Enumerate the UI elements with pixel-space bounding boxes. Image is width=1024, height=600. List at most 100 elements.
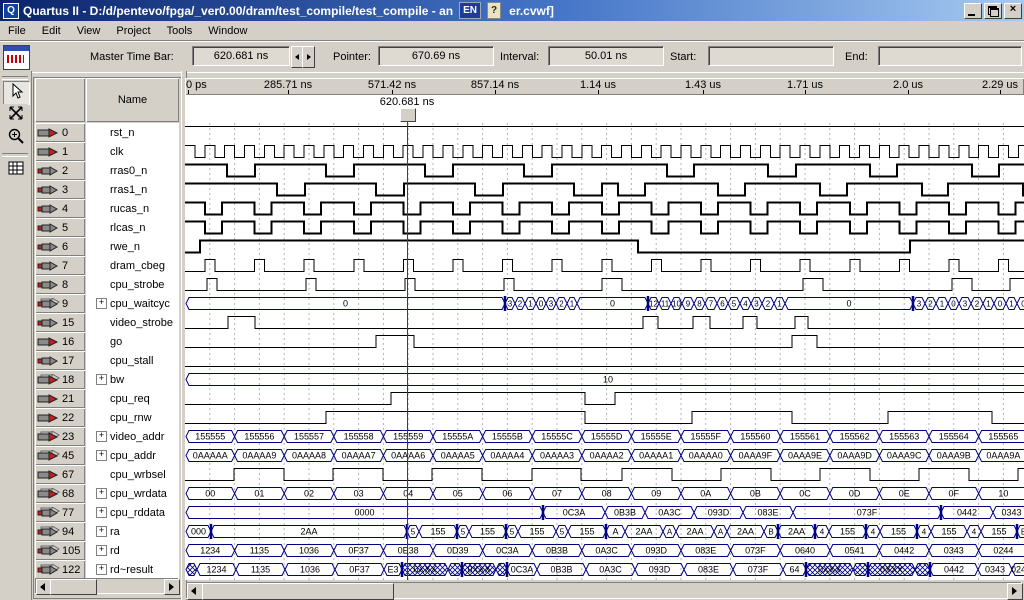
signal-handle-dram_cbeg[interactable]: 7	[35, 256, 85, 275]
signal-name-rst_n[interactable]: rst_n	[86, 123, 179, 142]
waveform-video_strobe[interactable]	[185, 313, 1024, 332]
scroll-left-button[interactable]	[187, 583, 203, 600]
expand-icon[interactable]: +	[96, 526, 107, 537]
signal-name-cpu_wrbsel[interactable]: cpu_wrbsel	[86, 465, 179, 484]
signal-name-rd~result[interactable]: +rd~result	[86, 560, 179, 579]
signal-name-rlcas_n[interactable]: rlcas_n	[86, 218, 179, 237]
signal-handle-rd[interactable]: 105	[35, 541, 85, 560]
signal-name-cpu_stall[interactable]: cpu_stall	[86, 351, 179, 370]
master-time-right-arrow[interactable]	[302, 46, 315, 68]
waveform-clk[interactable]	[185, 142, 1024, 161]
signal-handle-video_addr[interactable]: 23	[35, 427, 85, 446]
signal-panel-hscrollbar[interactable]	[35, 578, 179, 594]
waveform-document-icon[interactable]	[3, 45, 30, 70]
signal-name-cpu_waitcyc[interactable]: +cpu_waitcyc	[86, 294, 179, 313]
scrollbar-thumb[interactable]	[202, 583, 394, 600]
expand-icon[interactable]: +	[96, 507, 107, 518]
signal-handle-cpu_req[interactable]: 21	[35, 389, 85, 408]
waveform-dram_cbeg[interactable]	[185, 256, 1024, 275]
master-time-cursor-handle[interactable]	[400, 108, 416, 122]
scroll-right-button[interactable]	[1007, 583, 1023, 600]
waveform-cpu_stall[interactable]	[185, 351, 1024, 370]
master-time-bar-band[interactable]: 620.681 ns	[185, 95, 1024, 119]
language-badge[interactable]: EN	[459, 2, 481, 19]
signal-name-rd[interactable]: +rd	[86, 541, 179, 560]
waveform-rd[interactable]: 1234113510360F370E380D390C3A0B3B0A3C093D…	[185, 541, 1024, 560]
signal-handle-rst_n[interactable]: 0	[35, 123, 85, 142]
signal-handle-bw[interactable]: 18	[35, 370, 85, 389]
waveform-rlcas_n[interactable]	[185, 218, 1024, 237]
signal-handle-rras1_n[interactable]: 3	[35, 180, 85, 199]
signal-name-cpu_addr[interactable]: +cpu_addr	[86, 446, 179, 465]
waveform-cpu_rddata[interactable]: 00000C3A0B3B0A3C093D083E073F04420343	[185, 503, 1024, 522]
close-button[interactable]: ×	[1004, 3, 1022, 19]
signal-handle-cpu_wrdata[interactable]: 68	[35, 484, 85, 503]
expand-icon[interactable]: +	[96, 374, 107, 385]
menu-edit[interactable]: Edit	[34, 23, 69, 39]
name-column-header[interactable]: Name	[86, 78, 179, 122]
waveform-rd~result[interactable]: 1234113510360F37E30XXX0XXX0C3A0B3B0A3C09…	[185, 560, 1024, 579]
signal-handle-rlcas_n[interactable]: 5	[35, 218, 85, 237]
signal-name-rucas_n[interactable]: rucas_n	[86, 199, 179, 218]
signal-handle-video_strobe[interactable]: 15	[35, 313, 85, 332]
waveform-cpu_waitcyc[interactable]: 03210321012111098765432103210321010	[185, 294, 1024, 313]
waveform-video_addr[interactable]: 15555515555615555715555815555915555A1555…	[185, 427, 1024, 446]
time-ruler[interactable]: 0 ps285.71 ns571.42 ns857.14 ns1.14 us1.…	[185, 78, 1024, 95]
signal-handle-cpu_wrbsel[interactable]: 67	[35, 465, 85, 484]
signal-name-cpu_rddata[interactable]: +cpu_rddata	[86, 503, 179, 522]
signal-handle-cpu_addr[interactable]: 45	[35, 446, 85, 465]
expand-icon[interactable]: +	[96, 564, 107, 575]
zoom-tool-button[interactable]	[3, 127, 28, 149]
waveform-rwe_n[interactable]	[185, 237, 1024, 256]
signal-handle-rucas_n[interactable]: 4	[35, 199, 85, 218]
signal-name-cpu_wrdata[interactable]: +cpu_wrdata	[86, 484, 179, 503]
signal-handle-rwe_n[interactable]: 6	[35, 237, 85, 256]
signal-handle-cpu_strobe[interactable]: 8	[35, 275, 85, 294]
grid-view-button[interactable]	[3, 159, 28, 181]
expand-icon[interactable]: +	[96, 450, 107, 461]
waveform-rras1_n[interactable]	[185, 180, 1024, 199]
waveform-bw[interactable]: 10	[185, 370, 1024, 389]
signal-handle-rras0_n[interactable]: 2	[35, 161, 85, 180]
signal-handle-go[interactable]: 16	[35, 332, 85, 351]
signal-handle-rd~result[interactable]: 122	[35, 560, 85, 579]
signal-name-rras1_n[interactable]: rras1_n	[86, 180, 179, 199]
signal-name-clk[interactable]: clk	[86, 142, 179, 161]
selection-tool-button[interactable]	[3, 81, 30, 105]
waveform-hscrollbar[interactable]	[186, 582, 1022, 599]
waveform-cpu_wrbsel[interactable]	[185, 465, 1024, 484]
restore-button[interactable]	[984, 3, 1002, 19]
signal-name-cpu_rnw[interactable]: cpu_rnw	[86, 408, 179, 427]
waveform-rst_n[interactable]	[185, 123, 1024, 142]
menu-window[interactable]: Window	[200, 23, 255, 39]
expand-icon[interactable]: +	[96, 298, 107, 309]
signal-name-video_strobe[interactable]: video_strobe	[86, 313, 179, 332]
menu-project[interactable]: Project	[108, 23, 158, 39]
signal-name-video_addr[interactable]: +video_addr	[86, 427, 179, 446]
time-bar-tool-button[interactable]	[3, 104, 28, 126]
minimize-button[interactable]	[964, 3, 982, 19]
signal-name-dram_cbeg[interactable]: dram_cbeg	[86, 256, 179, 275]
waveform-cpu_wrdata[interactable]: 000102030405060708090A0B0C0D0E0F10	[185, 484, 1024, 503]
signal-name-cpu_strobe[interactable]: cpu_strobe	[86, 275, 179, 294]
menu-file[interactable]: File	[0, 23, 34, 39]
signal-name-cpu_req[interactable]: cpu_req	[86, 389, 179, 408]
signal-name-rras0_n[interactable]: rras0_n	[86, 161, 179, 180]
waveform-pane[interactable]: 03210321012111098765432103210321010 10 155…	[185, 123, 1024, 580]
waveform-cpu_addr[interactable]: 0AAAAA0AAAA90AAAA80AAAA70AAAA60AAAA50AAA…	[185, 446, 1024, 465]
signal-handle-clk[interactable]: 1	[35, 142, 85, 161]
signal-handle-cpu_waitcyc[interactable]: 9	[35, 294, 85, 313]
waveform-ra[interactable]: 0002AA5155515551555155A2AAA2AAA2AAB2AA41…	[185, 522, 1024, 541]
waveform-cpu_strobe[interactable]	[185, 275, 1024, 294]
expand-icon[interactable]: +	[96, 488, 107, 499]
master-time-bar-value[interactable]: 620.681 ns	[192, 46, 290, 66]
waveform-rras0_n[interactable]	[185, 161, 1024, 180]
signal-name-go[interactable]: go	[86, 332, 179, 351]
signal-handle-cpu_rddata[interactable]: 77	[35, 503, 85, 522]
signal-name-bw[interactable]: +bw	[86, 370, 179, 389]
scrollbar-thumb[interactable]	[50, 579, 97, 595]
menu-view[interactable]: View	[69, 23, 109, 39]
waveform-cpu_rnw[interactable]	[185, 408, 1024, 427]
expand-icon[interactable]: +	[96, 431, 107, 442]
expand-icon[interactable]: +	[96, 545, 107, 556]
